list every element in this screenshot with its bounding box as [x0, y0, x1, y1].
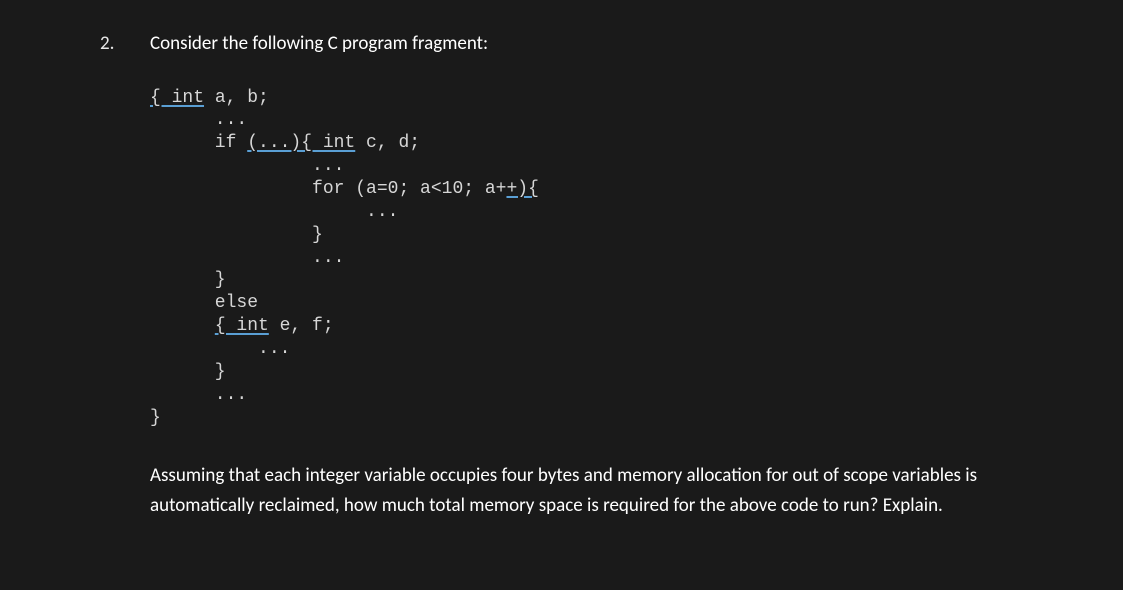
code-text: ...	[150, 339, 290, 359]
code-text: ...	[150, 110, 247, 130]
code-text: c, d;	[355, 133, 420, 153]
code-text: e, f;	[269, 316, 334, 336]
code-text: a, b;	[204, 88, 269, 108]
code-text: }	[150, 270, 226, 290]
code-text: if	[150, 133, 247, 153]
code-text: ...	[150, 385, 247, 405]
code-text	[150, 316, 215, 336]
code-text: }	[150, 225, 323, 245]
code-text: ...	[150, 248, 344, 268]
code-text: for (a=0; a<10; a+	[150, 179, 506, 199]
code-text: ...	[150, 156, 344, 176]
question-body: Consider the following C program fragmen…	[150, 30, 1063, 520]
code-text: }	[150, 362, 226, 382]
code-underline-3: +){	[506, 179, 538, 199]
code-block: { int a, b; ... if (...){ int c, d; ... …	[150, 87, 1063, 430]
code-underline-4: { int	[215, 316, 269, 336]
code-text: ...	[150, 202, 398, 222]
question-intro: Consider the following C program fragmen…	[150, 30, 1063, 59]
question-number: 2.	[100, 30, 142, 520]
code-text: }	[150, 408, 161, 428]
code-text: else	[150, 293, 258, 313]
code-underline-1: { int	[150, 88, 204, 108]
question-followup: Assuming that each integer variable occu…	[150, 461, 1063, 520]
question-container: 2. Consider the following C program frag…	[100, 30, 1063, 520]
code-underline-2: (...){ int	[247, 133, 355, 153]
